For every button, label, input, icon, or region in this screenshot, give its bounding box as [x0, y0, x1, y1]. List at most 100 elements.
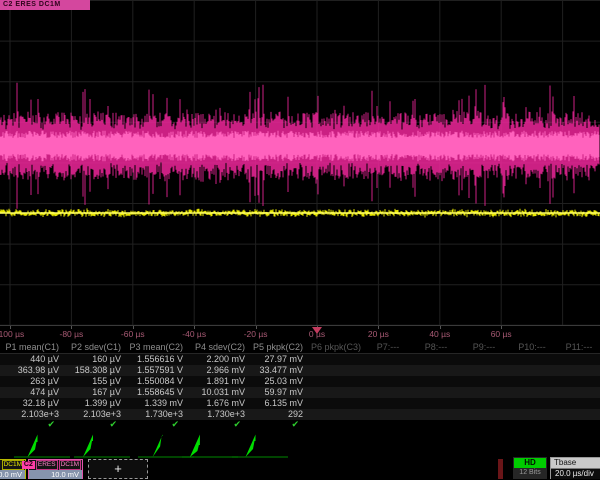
time-axis-label: -20 µs: [234, 329, 278, 339]
measure-cell: [460, 398, 508, 409]
measure-cell: [308, 409, 364, 420]
measure-status-icon: [364, 420, 412, 431]
measure-header-p9[interactable]: P9:---: [460, 341, 508, 353]
measure-cell: [556, 365, 600, 376]
measure-cell: [308, 354, 364, 365]
time-axis-label: 40 µs: [418, 329, 462, 339]
trigger-position-marker[interactable]: [312, 327, 322, 334]
bit-depth-label: 12 Bits: [513, 468, 547, 478]
time-axis-tick: [194, 326, 195, 329]
measure-cell: 27.97 mV: [250, 354, 308, 365]
measure-cell: [412, 409, 460, 420]
measure-cell: 2.103e+3: [64, 409, 126, 420]
measure-header-p10[interactable]: P10:---: [508, 341, 556, 353]
timebase-value: 20.0 µs/div: [551, 469, 600, 479]
time-axis-tick: [10, 326, 11, 329]
time-axis-label: 20 µs: [356, 329, 400, 339]
measure-cell: 2.103e+3: [0, 409, 64, 420]
time-axis-line: [0, 325, 600, 326]
hd-mode-block[interactable]: HD 12 Bits: [513, 457, 547, 479]
c2-coupling-badge: DC1M: [59, 460, 81, 470]
measure-header-p1[interactable]: P1 mean(C1): [0, 341, 64, 353]
measure-cell: [308, 387, 364, 398]
measure-cell: [556, 354, 600, 365]
time-axis-label: -60 µs: [111, 329, 155, 339]
measurement-table: P1 mean(C1)P2 sdev(C1)P3 mean(C2)P4 sdev…: [0, 341, 600, 431]
timebase-descriptor[interactable]: Tbase 20.0 µs/div: [550, 457, 600, 479]
measure-cell: 440 µV: [0, 354, 64, 365]
measure-cell: 158.308 µV: [64, 365, 126, 376]
measure-cell: [412, 365, 460, 376]
measure-cell: 6.135 mV: [250, 398, 308, 409]
time-axis-label: 60 µs: [479, 329, 523, 339]
measure-header-p2[interactable]: P2 sdev(C1): [64, 341, 126, 353]
clipped-descriptor-edge: [498, 459, 503, 479]
measure-status-icon: [508, 420, 556, 431]
bottom-bar: DC1M 10.0 mV C2 ERES DC1M 10.0 mV + HD 1…: [0, 456, 600, 480]
measure-cell: [412, 354, 460, 365]
measure-row-status: ✔✔✔✔✔: [0, 420, 600, 431]
measure-cell: 32.18 µV: [0, 398, 64, 409]
measure-cell: [508, 354, 556, 365]
measure-cell: [556, 398, 600, 409]
time-axis-label: -80 µs: [49, 329, 93, 339]
measure-cell: 2.200 mV: [188, 354, 250, 365]
c2-channel-badge: C2: [22, 461, 35, 469]
measure-header-p5[interactable]: P5 pkpk(C2): [250, 341, 308, 353]
measure-cell: [308, 376, 364, 387]
measure-cell: 363.98 µV: [0, 365, 64, 376]
measure-cell: 1.558645 V: [126, 387, 188, 398]
measure-status-icon: [412, 420, 460, 431]
time-axis-tick: [378, 326, 379, 329]
measure-row-value: 440 µV160 µV1.556616 V2.200 mV27.97 mV: [0, 354, 600, 365]
add-trace-button[interactable]: +: [88, 459, 148, 479]
measure-row-min: 263 µV155 µV1.550084 V1.891 mV25.03 mV: [0, 376, 600, 387]
measure-cell: [460, 354, 508, 365]
waveform-grid[interactable]: C2 ERES DC1M: [0, 0, 600, 326]
measure-status-icon: ✔: [64, 420, 126, 431]
waveform-plot-svg: [0, 0, 600, 326]
c1-volts-per-div: 10.0 mV: [0, 470, 25, 479]
measure-cell: 1.339 mV: [126, 398, 188, 409]
measure-cell: 1.557591 V: [126, 365, 188, 376]
time-axis-label: -100 µs: [0, 329, 32, 339]
measure-header-p11[interactable]: P11:---: [556, 341, 600, 353]
measure-cell: [556, 376, 600, 387]
measure-cell: 1.676 mV: [188, 398, 250, 409]
measure-cell: 10.031 mV: [188, 387, 250, 398]
measure-cell: [556, 409, 600, 420]
time-axis-tick: [440, 326, 441, 329]
measure-cell: 1.399 µV: [64, 398, 126, 409]
time-axis-tick: [71, 326, 72, 329]
measure-header-p4[interactable]: P4 sdev(C2): [188, 341, 250, 353]
trace-label-badge[interactable]: C2 ERES DC1M: [0, 0, 90, 10]
measure-cell: [460, 365, 508, 376]
measure-cell: [508, 398, 556, 409]
measure-row-max: 474 µV167 µV1.558645 V10.031 mV59.97 mV: [0, 387, 600, 398]
time-axis: -100 µs-80 µs-60 µs-40 µs-20 µs0 µs20 µs…: [0, 326, 600, 340]
measure-cell: [508, 409, 556, 420]
measure-cell: [412, 376, 460, 387]
measure-header-p8[interactable]: P8:---: [412, 341, 460, 353]
measure-row-num: 2.103e+32.103e+31.730e+31.730e+3292: [0, 409, 600, 420]
time-axis-label: -40 µs: [172, 329, 216, 339]
oscilloscope-screen: C2 ERES DC1M -100 µs -80 µs -60 µs -40 µs -2…: [0, 0, 600, 480]
c1-coupling-badge: DC1M: [2, 460, 24, 470]
measure-cell: [412, 398, 460, 409]
measure-cell: [508, 387, 556, 398]
measure-header-p3[interactable]: P3 mean(C2): [126, 341, 188, 353]
measure-cell: [412, 387, 460, 398]
measure-header-p7[interactable]: P7:---: [364, 341, 412, 353]
measure-cell: [460, 376, 508, 387]
measure-cell: [308, 365, 364, 376]
measure-cell: [364, 376, 412, 387]
measure-cell: [364, 398, 412, 409]
measure-cell: [364, 387, 412, 398]
measure-header-p6[interactable]: P6 pkpk(C3): [308, 341, 364, 353]
channel-descriptor-c2[interactable]: C2 ERES DC1M 10.0 mV: [28, 459, 83, 479]
measure-cell: 59.97 mV: [250, 387, 308, 398]
measure-cell: 1.550084 V: [126, 376, 188, 387]
measure-cell: [364, 354, 412, 365]
measure-cell: 160 µV: [64, 354, 126, 365]
measure-status-icon: ✔: [250, 420, 308, 431]
